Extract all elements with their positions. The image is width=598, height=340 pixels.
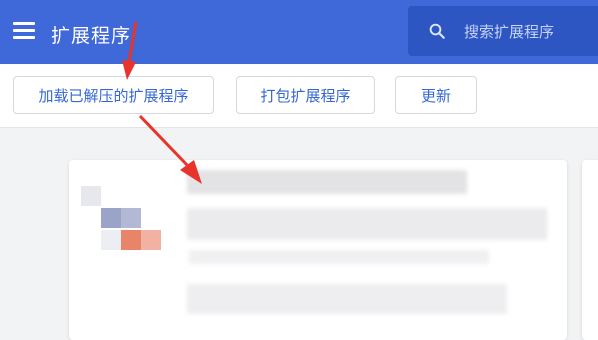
developer-toolbar: 加载已解压的扩展程序 打包扩展程序 更新 <box>0 64 598 128</box>
extension-card <box>69 160 567 340</box>
update-button[interactable]: 更新 <box>395 76 477 114</box>
load-unpacked-button[interactable]: 加载已解压的扩展程序 <box>13 76 214 114</box>
page-title: 扩展程序 <box>51 25 132 47</box>
search-field[interactable]: 搜索扩展程序 <box>408 6 598 56</box>
search-input[interactable]: 搜索扩展程序 <box>464 21 554 42</box>
header-bar: 扩展程序 搜索扩展程序 <box>0 0 598 64</box>
extension-description <box>187 208 547 240</box>
extension-card-partial <box>582 160 598 340</box>
pack-extension-button[interactable]: 打包扩展程序 <box>236 76 375 114</box>
search-icon <box>429 23 445 39</box>
extension-details <box>187 284 507 314</box>
extension-id <box>189 250 489 264</box>
hamburger-menu-icon[interactable] <box>13 22 35 40</box>
extension-name <box>187 170 467 194</box>
